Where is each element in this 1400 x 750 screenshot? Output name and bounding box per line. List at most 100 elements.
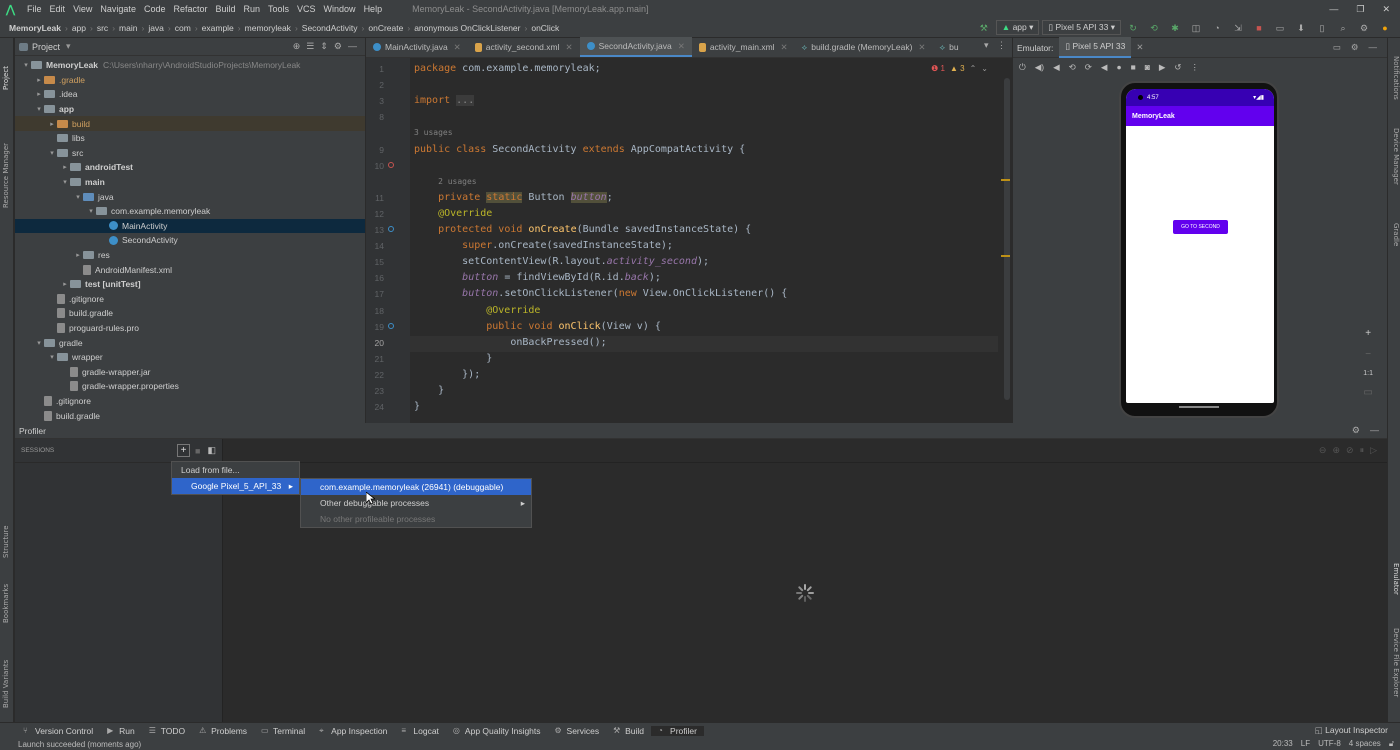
editor-tab[interactable]: ⟡ build.gradle (MemoryLeak) ✕ <box>795 37 933 57</box>
menu-build[interactable]: Build <box>211 4 239 14</box>
tool-todo[interactable]: ☰ TODO <box>142 726 192 736</box>
rotate-left-icon[interactable]: ⟲ <box>1069 62 1076 73</box>
breadcrumb-item[interactable]: SecondActivity <box>299 23 361 33</box>
code-line[interactable]: button = findViewById(R.id.back); <box>414 272 661 283</box>
tree-item[interactable]: AndroidManifest.xml <box>15 262 365 277</box>
tree-expand-icon[interactable]: ▾ <box>34 105 44 113</box>
tree-item[interactable]: gradle-wrapper.jar <box>15 364 365 379</box>
zoom-out-icon[interactable]: − <box>1365 349 1371 360</box>
tree-item[interactable]: ▾ src <box>15 146 365 161</box>
breadcrumb-item[interactable]: app <box>69 23 89 33</box>
editor-scrollbar[interactable] <box>1004 78 1010 400</box>
menu-edit[interactable]: Edit <box>46 4 70 14</box>
profile-icon[interactable]: ◔ <box>1212 23 1222 33</box>
breadcrumb-item[interactable]: java <box>145 23 167 33</box>
menu-file[interactable]: File <box>23 4 46 14</box>
hide-profiler-icon[interactable]: — <box>1370 425 1379 436</box>
close-tab-icon[interactable]: ✕ <box>566 42 573 53</box>
tool-problems[interactable]: ⚠ Problems <box>192 726 254 736</box>
menu-code[interactable]: Code <box>140 4 170 14</box>
tree-item[interactable]: libs <box>15 131 365 146</box>
tree-item[interactable]: ▸ test [unitTest] <box>15 277 365 292</box>
phone-screen[interactable]: 4:57 ▾◢▮ MemoryLeak GO TO SECOND <box>1126 89 1274 403</box>
breadcrumb-item[interactable]: anonymous OnClickListener <box>411 23 523 33</box>
tree-item[interactable]: ▾ gradle <box>15 335 365 350</box>
menu-run[interactable]: Run <box>240 4 265 14</box>
menu-window[interactable]: Window <box>320 4 360 14</box>
close-tab-icon[interactable]: ✕ <box>918 42 925 53</box>
profiler-settings-icon[interactable]: ⚙ <box>1352 425 1360 436</box>
menu-vcs[interactable]: VCS <box>293 4 320 14</box>
run-icon[interactable]: ↻ <box>1128 23 1138 33</box>
code-line[interactable]: } <box>414 353 492 364</box>
line-number[interactable]: 10 <box>366 161 384 171</box>
line-number[interactable]: 18 <box>366 306 384 316</box>
warning-marker[interactable] <box>1001 179 1010 181</box>
line-number[interactable]: 2 <box>366 80 384 90</box>
left-tool-structure[interactable]: Structure <box>2 525 10 558</box>
maximize-button[interactable]: ❐ <box>1356 4 1364 15</box>
volume-down-icon[interactable]: ◀ <box>1053 62 1060 73</box>
editor-tab[interactable]: SecondActivity.java ✕ <box>579 37 692 57</box>
tree-item[interactable]: ▸ build <box>15 116 365 131</box>
stop-session-icon[interactable]: ■ <box>195 446 200 456</box>
device-manager-icon[interactable]: ▭ <box>1275 23 1285 33</box>
right-tool-notifications[interactable]: Notifications <box>1392 56 1400 100</box>
line-number[interactable]: 9 <box>366 145 384 155</box>
tree-item[interactable]: gradle-wrapper.properties <box>15 379 365 394</box>
tree-item[interactable]: build.gradle <box>15 408 365 423</box>
collapse-all-icon[interactable]: ☰ <box>306 41 314 52</box>
volume-up-icon[interactable]: ◀) <box>1035 62 1044 73</box>
line-number[interactable]: 22 <box>366 370 384 380</box>
code-line[interactable]: button.setOnClickListener(new View.OnCli… <box>414 288 787 299</box>
right-tool-device-manager[interactable]: Device Manager <box>1392 128 1400 185</box>
hammer-icon[interactable]: ⚒ <box>979 23 989 33</box>
tree-item[interactable]: ▾ app <box>15 102 365 117</box>
override-marker-icon[interactable] <box>388 226 394 232</box>
menu-navigate[interactable]: Navigate <box>96 4 140 14</box>
code-line[interactable]: } <box>414 385 444 396</box>
line-number[interactable]: 20 <box>366 338 384 348</box>
menu-view[interactable]: View <box>69 4 96 14</box>
tree-item[interactable]: ▸ .idea <box>15 87 365 102</box>
code-line[interactable]: private static Button button; <box>414 191 613 203</box>
zoom-in-icon[interactable]: + <box>1365 328 1371 339</box>
breadcrumb-item[interactable]: example <box>199 23 237 33</box>
project-view-dropdown[interactable]: Project <box>32 42 60 52</box>
layout-inspector-tool[interactable]: ◱ Layout Inspector <box>1315 725 1400 736</box>
tree-item[interactable]: ▾ java <box>15 189 365 204</box>
tree-expand-icon[interactable]: ▸ <box>34 90 44 98</box>
override-marker-icon[interactable] <box>388 322 394 329</box>
line-number[interactable]: 21 <box>366 354 384 364</box>
screenshot-icon[interactable]: ◙ <box>1145 62 1150 72</box>
editor-tab[interactable]: activity_second.xml ✕ <box>468 37 580 57</box>
code-line[interactable]: protected void onCreate(Bundle savedInst… <box>414 224 751 235</box>
right-tool-gradle[interactable]: Gradle <box>1392 223 1400 246</box>
attach-debugger-icon[interactable]: ⇲ <box>1233 23 1243 33</box>
zoom-in-profiler-icon[interactable]: ⊕ <box>1332 445 1340 456</box>
process-memoryleak-item[interactable]: com.example.memoryleak (26941) (debuggab… <box>301 479 531 495</box>
warning-marker[interactable] <box>1001 255 1010 257</box>
zoom-1-1-button[interactable]: 1:1 <box>1363 370 1373 377</box>
tool-profiler[interactable]: ◔ Profiler <box>651 725 704 736</box>
sdk-manager-icon[interactable]: ⬇ <box>1296 23 1306 33</box>
reset-zoom-icon[interactable]: ⊘ <box>1346 445 1354 456</box>
line-number[interactable]: 16 <box>366 273 384 283</box>
menu-help[interactable]: Help <box>360 4 387 14</box>
power-icon[interactable]: ⏻ <box>1019 62 1026 73</box>
line-number[interactable]: 1 <box>366 64 384 74</box>
tree-item[interactable]: .gitignore <box>15 394 365 409</box>
tool-build[interactable]: ⚒ Build <box>606 726 651 736</box>
tree-expand-icon[interactable]: ▾ <box>21 61 31 69</box>
tree-item[interactable]: .gitignore <box>15 292 365 307</box>
tree-expand-icon[interactable]: ▸ <box>34 76 44 84</box>
tool-app-quality-insights[interactable]: ◎ App Quality Insights <box>446 726 548 736</box>
editor-tab[interactable]: MainActivity.java ✕ <box>366 37 468 57</box>
tree-expand-icon[interactable]: ▾ <box>47 149 57 157</box>
class-marker-icon[interactable] <box>388 161 394 168</box>
tree-item[interactable]: ▾ main <box>15 175 365 190</box>
code-line[interactable]: setContentView(R.layout.activity_second)… <box>414 256 709 267</box>
code-line[interactable]: onBackPressed(); <box>414 337 606 348</box>
add-session-button[interactable]: + <box>177 444 191 457</box>
lock-icon[interactable]: 🔓︎ <box>1389 739 1394 749</box>
